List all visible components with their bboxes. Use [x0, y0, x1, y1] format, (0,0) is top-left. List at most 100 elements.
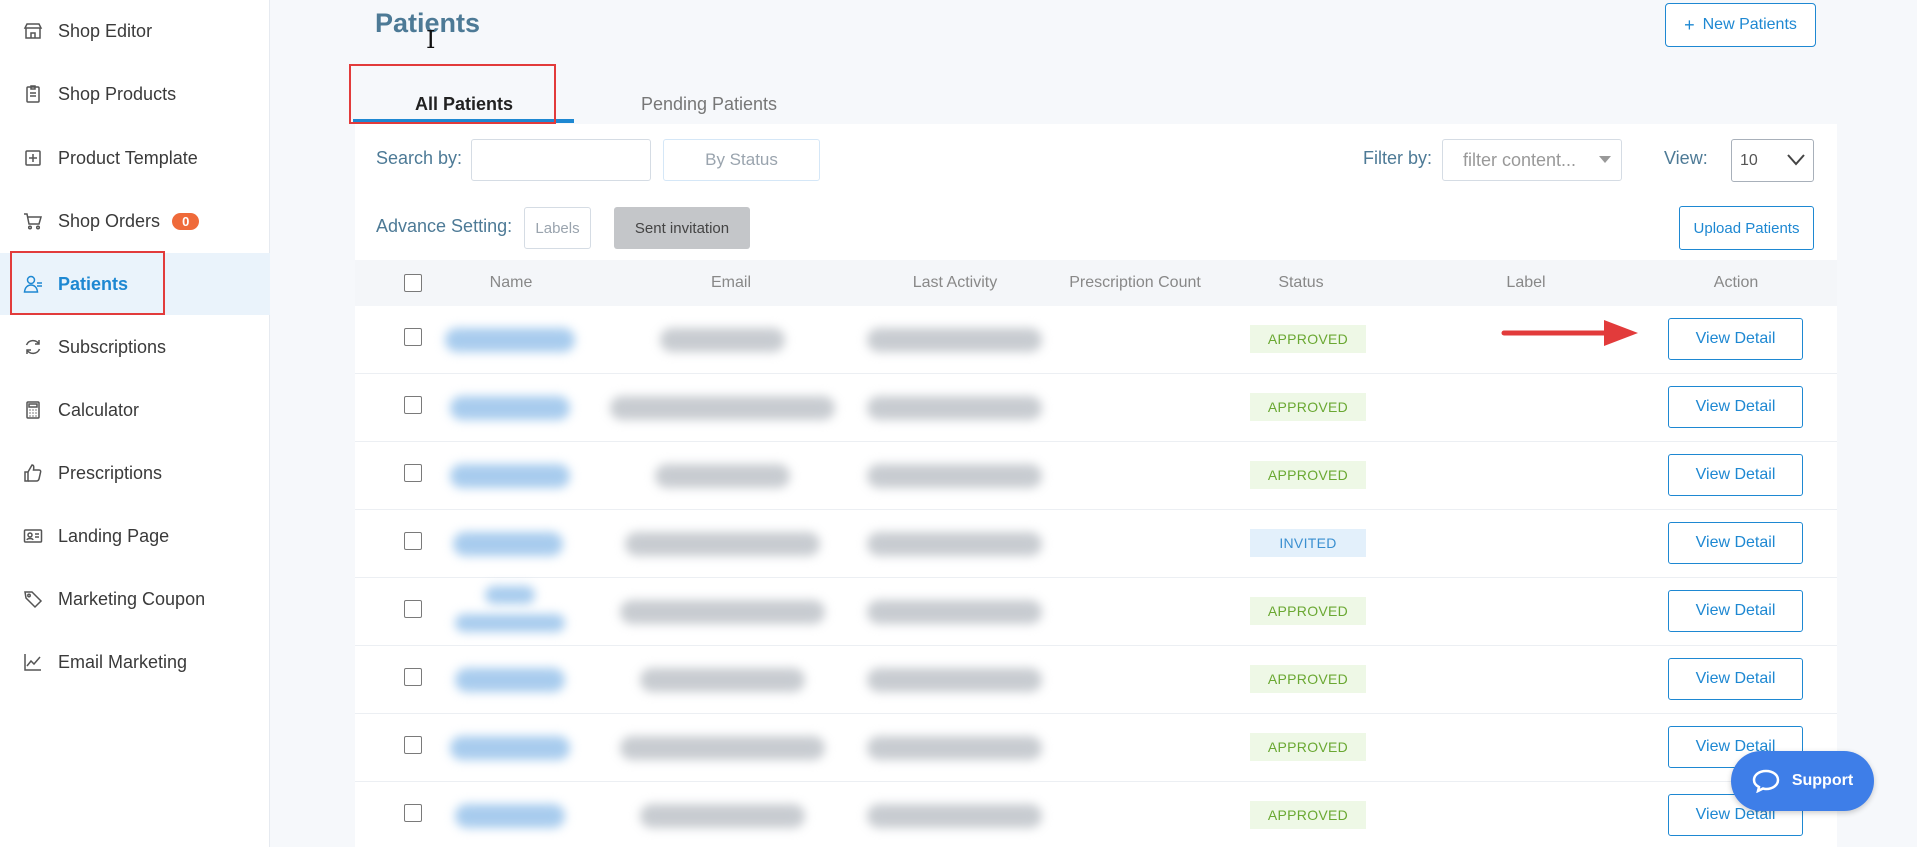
- table-header: Name Email Last Activity Prescription Co…: [355, 260, 1837, 306]
- active-tab-indicator: [353, 119, 574, 123]
- patient-email: [620, 600, 825, 624]
- chat-bubble-icon: [1752, 769, 1780, 793]
- labels-button[interactable]: Labels: [524, 207, 591, 249]
- tab-pending-patients[interactable]: Pending Patients: [610, 86, 808, 122]
- sidebar-item-label: Shop Orders: [58, 210, 161, 231]
- text-cursor-icon: I: [426, 26, 436, 54]
- row-checkbox[interactable]: [404, 668, 422, 686]
- sidebar-item-label: Landing Page: [58, 525, 170, 546]
- patient-name-link-line2: [455, 614, 565, 632]
- cart-icon: [22, 210, 44, 232]
- table-row: APPROVED View Detail: [355, 782, 1837, 847]
- patient-email: [610, 396, 835, 420]
- column-header-email: Email: [710, 274, 751, 291]
- patient-email: [640, 668, 805, 692]
- status-badge: APPROVED: [1250, 325, 1366, 353]
- sidebar-item-subscriptions[interactable]: Subscriptions: [0, 316, 270, 378]
- patient-name-link[interactable]: [485, 586, 535, 604]
- red-arrow-annotation: [1501, 320, 1638, 346]
- view-count-select[interactable]: 10: [1731, 139, 1814, 182]
- table-row: APPROVED View Detail: [355, 442, 1837, 510]
- row-checkbox[interactable]: [404, 328, 422, 346]
- patient-name-link[interactable]: [450, 464, 570, 488]
- sidebar-item-prescriptions[interactable]: Prescriptions: [0, 442, 270, 504]
- calculator-icon: [22, 399, 44, 421]
- row-checkbox[interactable]: [404, 396, 422, 414]
- status-badge: INVITED: [1250, 529, 1366, 557]
- thumbs-up-icon: [22, 462, 44, 484]
- sidebar-item-shop-products[interactable]: Shop Products: [0, 63, 270, 125]
- sidebar-item-product-template[interactable]: Product Template: [0, 127, 270, 189]
- row-checkbox[interactable]: [404, 600, 422, 618]
- chevron-down-icon: [1787, 154, 1805, 166]
- upload-patients-button[interactable]: Upload Patients: [1679, 206, 1814, 250]
- sidebar-item-marketing-coupon[interactable]: Marketing Coupon: [0, 568, 270, 630]
- patient-name-link[interactable]: [455, 804, 565, 828]
- patient-email: [660, 328, 785, 352]
- plus-box-icon: [22, 147, 44, 169]
- sidebar-item-calculator[interactable]: Calculator: [0, 379, 270, 441]
- sidebar-item-landing-page[interactable]: Landing Page: [0, 505, 270, 567]
- users-icon: [22, 273, 44, 295]
- view-detail-button[interactable]: View Detail: [1668, 590, 1803, 632]
- patient-name-link[interactable]: [445, 328, 575, 352]
- sidebar-item-label: Marketing Coupon: [58, 588, 206, 609]
- row-checkbox[interactable]: [404, 736, 422, 754]
- sidebar-item-shop-editor[interactable]: Shop Editor: [0, 0, 270, 62]
- select-all-checkbox[interactable]: [404, 274, 422, 292]
- status-badge: APPROVED: [1250, 393, 1366, 421]
- new-patients-button[interactable]: + New Patients: [1665, 3, 1816, 47]
- sidebar-item-shop-orders[interactable]: Shop Orders 0: [0, 190, 270, 252]
- view-detail-button[interactable]: View Detail: [1668, 522, 1803, 564]
- sidebar-item-label: Calculator: [58, 399, 140, 420]
- patient-email: [640, 804, 805, 828]
- patient-email: [625, 532, 820, 556]
- column-header-last-activity: Last Activity: [912, 274, 998, 291]
- by-status-button[interactable]: By Status: [663, 139, 820, 181]
- last-activity: [867, 532, 1042, 556]
- patient-name-link[interactable]: [455, 668, 565, 692]
- patient-name-link[interactable]: [450, 736, 570, 760]
- filter-select[interactable]: filter content...: [1442, 139, 1622, 181]
- view-detail-button[interactable]: View Detail: [1668, 454, 1803, 496]
- refresh-icon: [22, 336, 44, 358]
- column-header-prescription-count: Prescription Count: [1069, 274, 1201, 291]
- last-activity: [867, 464, 1042, 488]
- support-button[interactable]: Support: [1731, 751, 1874, 811]
- last-activity: [867, 804, 1042, 828]
- search-input[interactable]: [471, 139, 651, 181]
- view-detail-button[interactable]: View Detail: [1668, 658, 1803, 700]
- last-activity: [867, 600, 1042, 624]
- id-card-icon: [22, 525, 44, 547]
- last-activity: [867, 736, 1042, 760]
- row-checkbox[interactable]: [404, 532, 422, 550]
- sidebar-item-label: Prescriptions: [58, 462, 163, 483]
- status-badge: APPROVED: [1250, 461, 1366, 489]
- tab-all-patients[interactable]: All Patients: [355, 86, 573, 122]
- row-checkbox[interactable]: [404, 464, 422, 482]
- search-label: Search by:: [376, 148, 463, 168]
- table-row: APPROVED View Detail: [355, 646, 1837, 714]
- row-checkbox[interactable]: [404, 804, 422, 822]
- sidebar-item-email-marketing[interactable]: Email Marketing: [0, 631, 270, 693]
- sidebar-item-label: Product Template: [58, 147, 198, 168]
- sent-invitation-button[interactable]: Sent invitation: [614, 207, 750, 249]
- last-activity: [867, 668, 1042, 692]
- last-activity: [867, 396, 1042, 420]
- filter-label: Filter by:: [1363, 148, 1433, 168]
- sidebar-item-label: Subscriptions: [58, 336, 167, 357]
- view-label: View:: [1664, 148, 1708, 168]
- last-activity: [867, 328, 1042, 352]
- status-badge: APPROVED: [1250, 597, 1366, 625]
- status-badge: APPROVED: [1250, 733, 1366, 761]
- patient-email: [620, 736, 825, 760]
- clipboard-icon: [22, 83, 44, 105]
- sidebar-item-patients[interactable]: Patients: [0, 253, 270, 315]
- patient-name-link[interactable]: [453, 532, 563, 556]
- sidebar-item-label: Shop Products: [58, 83, 177, 104]
- sidebar-item-label: Email Marketing: [58, 651, 188, 672]
- view-detail-button[interactable]: View Detail: [1668, 318, 1803, 360]
- patient-name-link[interactable]: [450, 396, 570, 420]
- view-detail-button[interactable]: View Detail: [1668, 386, 1803, 428]
- sidebar-item-label: Shop Editor: [58, 20, 153, 41]
